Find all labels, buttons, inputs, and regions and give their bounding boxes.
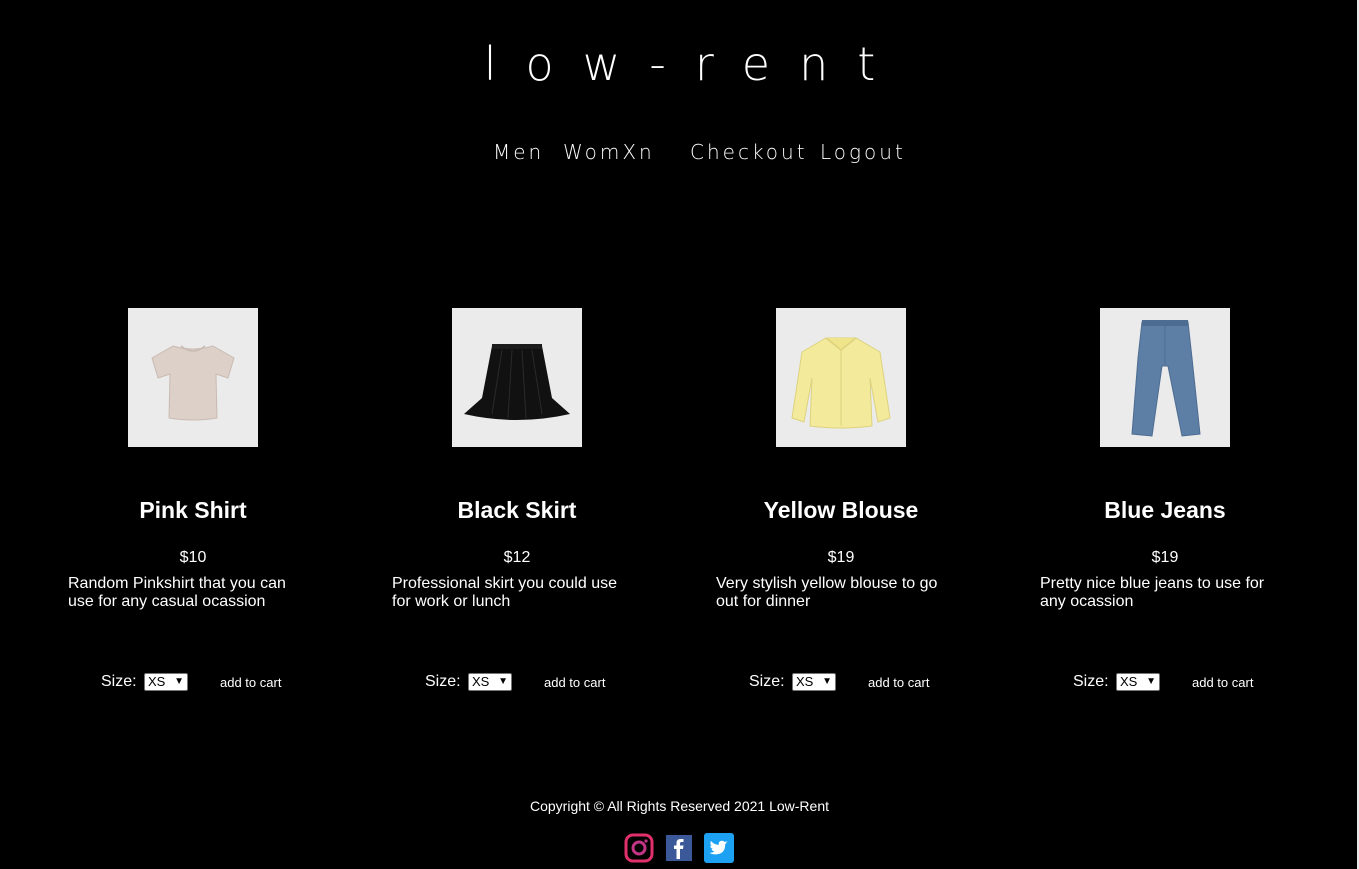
product-title: Pink Shirt <box>139 497 247 523</box>
nav-men-link[interactable]: Men <box>493 140 544 164</box>
chevron-down-icon: ▼ <box>174 676 184 687</box>
nav-logout-link[interactable]: Logout <box>820 140 906 164</box>
chevron-down-icon: ▼ <box>1146 676 1156 687</box>
site-logo[interactable]: low-rent <box>0 38 1359 90</box>
nav-womxn-link[interactable]: WomXn <box>563 140 655 164</box>
product-description: Pretty nice blue jeans to use for any oc… <box>1040 575 1265 610</box>
yellow-blouse-graphic <box>776 308 906 447</box>
nav-checkout-link[interactable]: Checkout <box>690 140 808 164</box>
product-title: Blue Jeans <box>1104 497 1226 523</box>
product-price: $19 <box>1151 549 1179 566</box>
blue-jeans-image[interactable] <box>1100 308 1230 447</box>
size-label: Size: <box>749 673 785 690</box>
product-description: Very stylish yellow blouse to go out for… <box>716 575 938 610</box>
footer-copyright: Copyright © All Rights Reserved 2021 Low… <box>529 798 830 814</box>
size-select-value: XS <box>472 674 490 689</box>
size-select-value: XS <box>148 674 166 689</box>
product-description: Random Pinkshirt that you can use for an… <box>68 575 286 610</box>
size-select-value: XS <box>1120 674 1138 689</box>
blue-jeans-graphic <box>1100 308 1230 447</box>
chevron-down-icon: ▼ <box>498 676 508 687</box>
size-select[interactable]: XS ▼ <box>144 673 188 691</box>
product-description: Professional skirt you could use for wor… <box>392 575 617 610</box>
size-label: Size: <box>425 673 461 690</box>
product-price: $12 <box>503 549 531 566</box>
twitter-icon[interactable] <box>704 833 734 863</box>
yellow-blouse-image[interactable] <box>776 308 906 447</box>
black-skirt-graphic <box>452 308 582 447</box>
instagram-icon[interactable] <box>624 833 654 863</box>
facebook-icon[interactable] <box>664 833 694 863</box>
pink-shirt-graphic <box>128 308 258 447</box>
size-label: Size: <box>1073 673 1109 690</box>
add-to-cart-button[interactable]: add to cart <box>220 674 281 692</box>
chevron-down-icon: ▼ <box>822 676 832 687</box>
product-title: Black Skirt <box>457 497 577 523</box>
product-price: $10 <box>179 549 207 566</box>
size-select[interactable]: XS ▼ <box>792 673 836 691</box>
product-title: Yellow Blouse <box>763 497 919 523</box>
black-skirt-image[interactable] <box>452 308 582 447</box>
add-to-cart-button[interactable]: add to cart <box>544 674 605 692</box>
size-select-value: XS <box>796 674 814 689</box>
add-to-cart-button[interactable]: add to cart <box>1192 674 1253 692</box>
size-select[interactable]: XS ▼ <box>468 673 512 691</box>
size-select[interactable]: XS ▼ <box>1116 673 1160 691</box>
product-price: $19 <box>827 549 855 566</box>
size-label: Size: <box>101 673 137 690</box>
pink-shirt-image[interactable] <box>128 308 258 447</box>
add-to-cart-button[interactable]: add to cart <box>868 674 929 692</box>
main-nav: Men WomXn Checkout Logout <box>0 140 1359 166</box>
